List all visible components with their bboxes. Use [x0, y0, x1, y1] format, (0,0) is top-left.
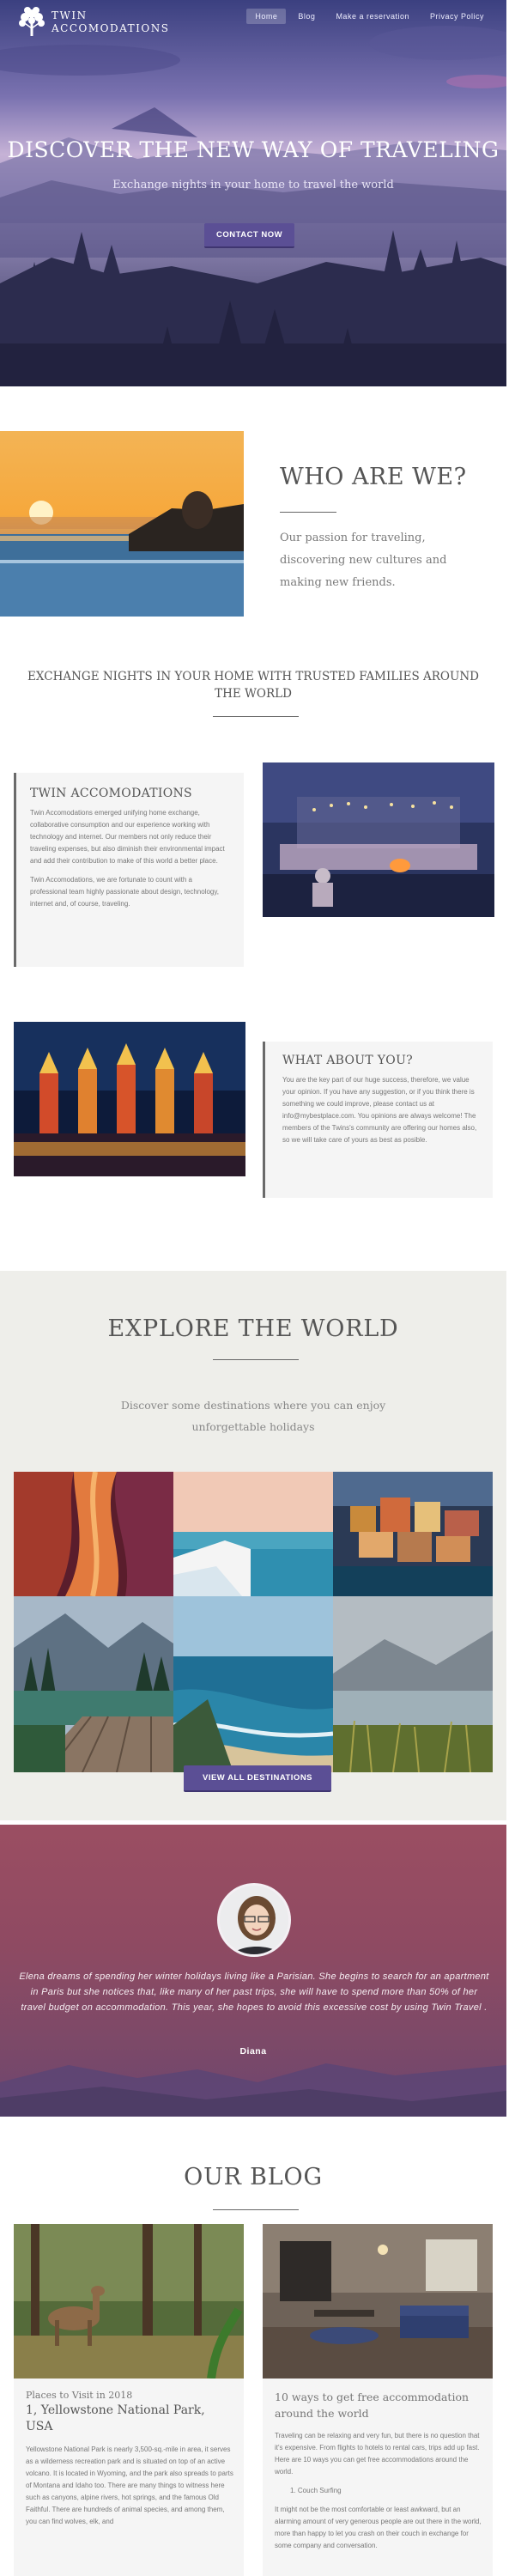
blog-post-yellowstone[interactable]: Places to Visit in 2018 1, Yellowstone N…	[14, 2224, 244, 2576]
what-about-you-title: WHAT ABOUT YOU?	[282, 1054, 413, 1067]
about-card: TWIN ACCOMODATIONS Twin Accomodations em…	[14, 773, 244, 967]
testimonial-author: Diana	[239, 2046, 267, 2057]
about-card-title: TWIN ACCOMODATIONS	[30, 787, 192, 800]
explore-subtitle: Discover some destinations where you can…	[120, 1399, 386, 1433]
hero-section: TWIN ACCOMODATIONS Home Blog Make a rese…	[0, 0, 506, 386]
who-are-we-title: WHO ARE WE?	[280, 464, 467, 490]
about-card-text-2: Twin Accomodations, we are fortunate to …	[30, 876, 219, 908]
explore-section: EXPLORE THE WORLD Discover some destinat…	[0, 1271, 506, 1820]
explore-title: EXPLORE THE WORLD	[107, 1315, 399, 1342]
living-room-image	[263, 2224, 493, 2379]
nav-privacy-policy[interactable]: Privacy Policy	[421, 9, 493, 24]
destination-antelope-canyon[interactable]	[14, 1472, 173, 1596]
view-all-destinations-button[interactable]: VIEW ALL DESTINATIONS	[184, 1765, 332, 1792]
post1-subtitle: 1, Yellowstone National Park, USA	[26, 2403, 205, 2433]
about-card-text-1: Twin Accomodations emerged unifying home…	[30, 809, 225, 865]
destination-coast[interactable]	[173, 1596, 333, 1772]
main-nav: Home Blog Make a reservation Privacy Pol…	[246, 9, 493, 24]
nav-blog[interactable]: Blog	[289, 9, 324, 24]
outdoor-party-image	[263, 762, 494, 917]
destination-grassy-lake[interactable]	[333, 1596, 493, 1772]
post2-list-item-1: 1. Couch Surfing	[290, 2487, 342, 2494]
what-about-you-card: WHAT ABOUT YOU? You are the key part of …	[263, 1042, 493, 1198]
testimonial-quote: Elena dreams of spending her winter holi…	[19, 1971, 489, 2013]
nav-home[interactable]: Home	[246, 9, 287, 24]
logo-line-2: ACCOMODATIONS	[52, 22, 170, 34]
hero-subtitle: Exchange nights in your home to travel t…	[112, 179, 394, 191]
post1-text: Yellowstone National Park is nearly 3,50…	[26, 2445, 233, 2525]
contact-now-button[interactable]: CONTACT NOW	[204, 223, 295, 248]
dancers-image	[14, 1022, 245, 1176]
sunset-pool-image	[0, 431, 244, 617]
post2-title: 10 ways to get free accommodation around…	[275, 2391, 470, 2420]
explore-divider	[213, 1359, 299, 1360]
who-divider	[280, 512, 336, 513]
blog-title: OUR BLOG	[184, 2164, 323, 2190]
destination-cinque-terre[interactable]	[333, 1472, 493, 1596]
tree-logo-icon	[19, 7, 45, 36]
logo-line-1: TWIN	[52, 9, 88, 21]
hero-background-image	[0, 0, 506, 386]
destinations-grid	[14, 1472, 493, 1772]
what-about-you-text: You are the key part of our huge success…	[282, 1076, 477, 1144]
destination-mountain-lake[interactable]	[14, 1596, 173, 1772]
who-text: Our passion for traveling, discovering n…	[280, 532, 447, 589]
post2-text-1: Traveling can be relaxing and very fun, …	[275, 2432, 480, 2476]
site-logo[interactable]: TWIN ACCOMODATIONS	[17, 5, 169, 39]
testimonial-avatar	[217, 1883, 291, 1957]
exchange-divider	[213, 716, 299, 717]
blog-divider	[213, 2209, 299, 2210]
post2-text-2: It might not be the most comfortable or …	[275, 2506, 482, 2549]
nav-make-reservation[interactable]: Make a reservation	[327, 9, 418, 24]
exchange-title: EXCHANGE NIGHTS IN YOUR HOME WITH TRUSTE…	[27, 670, 479, 701]
blog-post-free-accommodation[interactable]: 10 ways to get free accommodation around…	[263, 2224, 493, 2576]
testimonial-section: Elena dreams of spending her winter holi…	[0, 1825, 506, 2117]
post1-title: Places to Visit in 2018	[26, 2390, 133, 2401]
deer-image	[14, 2224, 244, 2379]
hero-title: DISCOVER THE NEW WAY OF TRAVELING	[7, 137, 500, 162]
destination-santorini[interactable]	[173, 1472, 333, 1596]
